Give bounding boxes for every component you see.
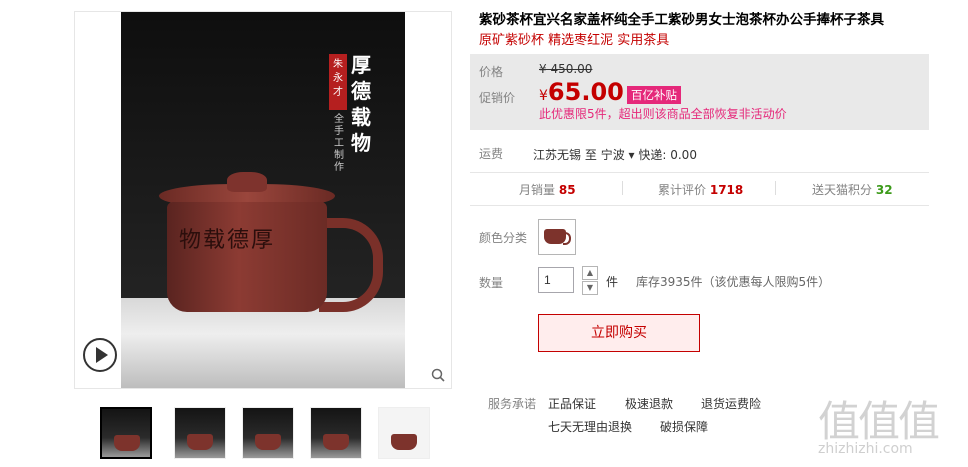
zoom-icon[interactable] (431, 368, 445, 382)
service-item[interactable]: 退货运费险 (701, 395, 761, 412)
points-label: 送天猫积分 (812, 183, 873, 197)
stat-reviews[interactable]: 累计评价 1718 (658, 181, 743, 198)
product-subtitle: 原矿紫砂杯 精选枣红泥 实用茶具 (479, 33, 670, 48)
points-value: 32 (875, 183, 893, 197)
cup-body (167, 202, 327, 312)
reviews-label: 累计评价 (658, 183, 707, 197)
promo-price: ¥65.00 (539, 78, 624, 106)
subsidy-badge: 百亿补贴 (627, 86, 681, 104)
poster-headline: 厚德载物 (351, 53, 371, 155)
service-item[interactable]: 正品保证 (548, 395, 596, 412)
thumbnail-4[interactable] (310, 407, 362, 459)
promo-price-label: 促销价 (479, 91, 516, 105)
thumbnail-2[interactable] (174, 407, 226, 459)
shipping-label: 运费 (479, 147, 504, 161)
divider (470, 172, 929, 173)
thumbnail-5[interactable] (378, 407, 430, 459)
service-item[interactable]: 七天无理由退换 (548, 418, 632, 435)
original-price: ¥ 450.00 (539, 62, 593, 76)
watermark-logo: 值值值 (818, 397, 940, 446)
shipping-to-word: 至 (584, 148, 597, 162)
product-gallery: 物载德厚 朱永才 厚德载物 全手工制作 (74, 11, 452, 389)
reviews-value: 1718 (709, 183, 744, 197)
services-label: 服务承诺 (488, 397, 537, 411)
divider (470, 205, 929, 206)
video-play-icon[interactable] (83, 338, 117, 372)
color-label: 颜色分类 (479, 231, 528, 245)
quantity-input[interactable] (538, 267, 574, 293)
poster-maker-tag: 朱永才 (329, 54, 347, 110)
product-title: 紫砂茶杯宜兴名家盖杯纯全手工紫砂男女士泡茶杯办公手捧杯子茶具 (479, 12, 884, 28)
promo-limit-note: 此优惠限5件，超出则该商品全部恢复非活动价 (539, 107, 787, 121)
cup-handle (319, 218, 383, 312)
watermark-url: zhizhizhi.com (818, 441, 913, 457)
stat-points: 送天猫积分 32 (812, 181, 893, 198)
cup-knob (227, 172, 267, 192)
shipping-info: 江苏无锡 至 宁波 ▾ 快递: 0.00 (533, 146, 697, 163)
main-product-image[interactable]: 物载德厚 朱永才 厚德载物 全手工制作 (121, 12, 405, 388)
quantity-increase-button[interactable]: ▲ (582, 266, 598, 280)
currency-symbol: ¥ (539, 88, 548, 104)
chevron-down-icon: ▾ (624, 148, 635, 162)
color-option-swatch[interactable] (538, 219, 576, 255)
thumbnail-1[interactable] (100, 407, 152, 459)
stat-monthly-sales: 月销量 85 (519, 181, 576, 198)
service-item[interactable]: 极速退款 (625, 395, 673, 412)
shipping-express: 快递: 0.00 (638, 148, 697, 162)
thumbnail-3[interactable] (242, 407, 294, 459)
quantity-decrease-button[interactable]: ▼ (582, 281, 598, 295)
monthly-sales-value: 85 (558, 183, 576, 197)
promo-price-value: 65.00 (547, 78, 624, 106)
buy-now-button[interactable]: 立即购买 (538, 314, 700, 352)
shipping-to: 宁波 (600, 148, 625, 162)
cup-carving-text: 物载德厚 (179, 228, 276, 253)
quantity-label: 数量 (479, 276, 504, 290)
stock-info: 库存3935件（该优惠每人限购5件） (636, 275, 831, 289)
stat-separator (622, 181, 623, 195)
service-item[interactable]: 破损保障 (660, 418, 708, 435)
quantity-unit: 件 (606, 275, 619, 289)
stat-separator (775, 181, 776, 195)
shipping-destination-select[interactable]: 宁波 ▾ (601, 148, 635, 162)
shipping-from: 江苏无锡 (533, 148, 582, 162)
poster-subline: 全手工制作 (334, 114, 344, 173)
original-price-label: 价格 (479, 65, 504, 79)
monthly-sales-label: 月销量 (519, 183, 556, 197)
